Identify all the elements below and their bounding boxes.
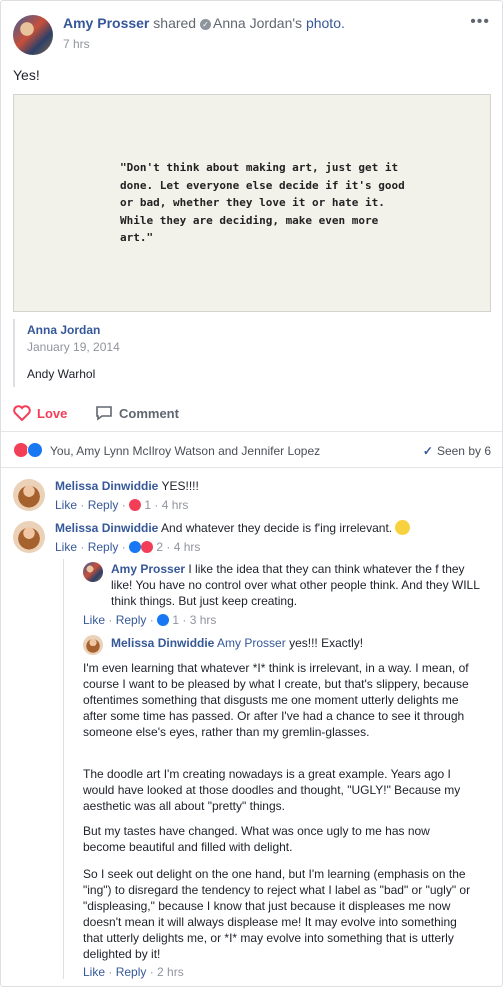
seen-by-label: Seen by 6	[436, 444, 491, 458]
commenter-avatar[interactable]	[13, 521, 45, 553]
comment-text: YES!!!!	[161, 479, 199, 493]
reply-time[interactable]: 2 hrs	[157, 965, 184, 979]
reply-thread-line	[63, 559, 64, 979]
seen-by[interactable]: ✓ Seen by 6	[423, 444, 491, 458]
commenter-avatar[interactable]	[13, 479, 45, 511]
commenter-name[interactable]: Melissa Dinwiddie	[55, 521, 158, 535]
reply-paragraph: The doodle art I'm creating nowadays is …	[83, 767, 461, 813]
like-link[interactable]: Like	[55, 498, 77, 512]
comment-text: And whatever they decide is f'ing irrele…	[161, 521, 393, 535]
comment-meta: Like · Reply · 1 · 4 hrs	[55, 498, 189, 512]
love-button[interactable]: Love	[13, 405, 67, 421]
love-reaction-icon	[129, 499, 142, 511]
reply-paragraph: But my tastes have changed. What was onc…	[83, 824, 430, 854]
reactions-summary[interactable]: You, Amy Lynn McIlroy Watson and Jennife…	[50, 444, 320, 458]
reaction-count[interactable]: 1	[144, 498, 151, 512]
original-post-text: Andy Warhol	[27, 367, 96, 381]
reply-link[interactable]: Reply	[88, 540, 119, 554]
heart-icon	[13, 405, 31, 421]
like-reaction-icon	[27, 442, 43, 458]
reply-meta: Like · Reply · 2 hrs	[83, 965, 184, 979]
original-post-date[interactable]: January 19, 2014	[27, 340, 120, 354]
like-reaction-icon	[157, 614, 170, 626]
comment-time[interactable]: 4 hrs	[174, 540, 201, 554]
reaction-icons[interactable]	[13, 442, 47, 458]
shared-post: Amy Prosser shared ✓ Anna Jordan's photo.…	[0, 0, 503, 987]
reply-link[interactable]: Reply	[116, 965, 147, 979]
comment-body: Melissa Dinwiddie YES!!!!	[55, 478, 199, 494]
quote-text: "Don't think about making art, just get …	[120, 161, 405, 244]
post-timestamp[interactable]: 7 hrs	[63, 37, 90, 51]
love-label: Love	[37, 405, 68, 421]
verified-icon: ✓	[199, 19, 211, 30]
mention-link[interactable]: Amy Prosser	[217, 636, 286, 650]
like-link[interactable]: Like	[55, 540, 77, 554]
check-icon: ✓	[422, 444, 433, 458]
shared-label: shared	[153, 15, 197, 31]
like-reaction-icon	[129, 541, 142, 553]
reply-meta: Like · Reply · 1 · 3 hrs	[83, 613, 217, 627]
author-name[interactable]: Amy Prosser	[63, 15, 149, 31]
replier-avatar[interactable]	[83, 635, 103, 655]
like-link[interactable]: Like	[83, 965, 105, 979]
like-link[interactable]: Like	[83, 613, 105, 627]
photo-link[interactable]: photo.	[306, 15, 345, 31]
replier-name[interactable]: Melissa Dinwiddie	[111, 636, 214, 650]
reaction-count[interactable]: 1	[172, 613, 179, 627]
reply-header: Melissa Dinwiddie Amy Prosser yes!!! Exa…	[111, 635, 363, 651]
reply-link[interactable]: Reply	[116, 613, 147, 627]
post-text: Yes!	[13, 67, 40, 83]
replier-name[interactable]: Amy Prosser	[111, 562, 185, 576]
smile-emoji-icon	[395, 520, 411, 535]
comment-button[interactable]: Comment	[95, 405, 179, 421]
comment-body: Melissa Dinwiddie And whatever they deci…	[55, 520, 485, 536]
more-options-icon[interactable]: •••	[470, 13, 490, 31]
comment-meta: Like · Reply · 2 · 4 hrs	[55, 540, 201, 554]
comment-label: Comment	[119, 405, 179, 421]
love-reaction-icon	[141, 541, 154, 553]
shared-from-name[interactable]: Anna Jordan's	[213, 15, 302, 31]
comment-icon	[96, 406, 112, 421]
replier-avatar[interactable]	[83, 562, 103, 582]
post-header: Amy Prosser shared ✓ Anna Jordan's photo.…	[13, 13, 490, 55]
author-avatar[interactable]	[13, 15, 53, 55]
original-poster-name[interactable]: Anna Jordan	[27, 323, 100, 337]
reactions-bar: You, Amy Lynn McIlroy Watson and Jennife…	[1, 432, 502, 468]
reaction-count[interactable]: 2	[156, 540, 163, 554]
reply-paragraph: So I seek out delight on the one hand, b…	[83, 867, 471, 961]
shared-attribution: Anna Jordan January 19, 2014 Andy Warhol	[13, 319, 491, 387]
commenter-name[interactable]: Melissa Dinwiddie	[55, 479, 158, 493]
reply-time[interactable]: 3 hrs	[190, 613, 217, 627]
reply-paragraph: I'm even learning that whatever *I* thin…	[83, 661, 469, 739]
shared-photo[interactable]: "Don't think about making art, just get …	[13, 94, 491, 312]
post-actions: Love Comment	[1, 396, 502, 432]
post-header-line: Amy Prosser shared ✓ Anna Jordan's photo.	[63, 15, 345, 31]
reply-body: Amy Prosser I like the idea that they ca…	[111, 561, 481, 609]
reply-link[interactable]: Reply	[88, 498, 119, 512]
reply-text: yes!!! Exactly!	[289, 636, 364, 650]
comment-time[interactable]: 4 hrs	[162, 498, 189, 512]
